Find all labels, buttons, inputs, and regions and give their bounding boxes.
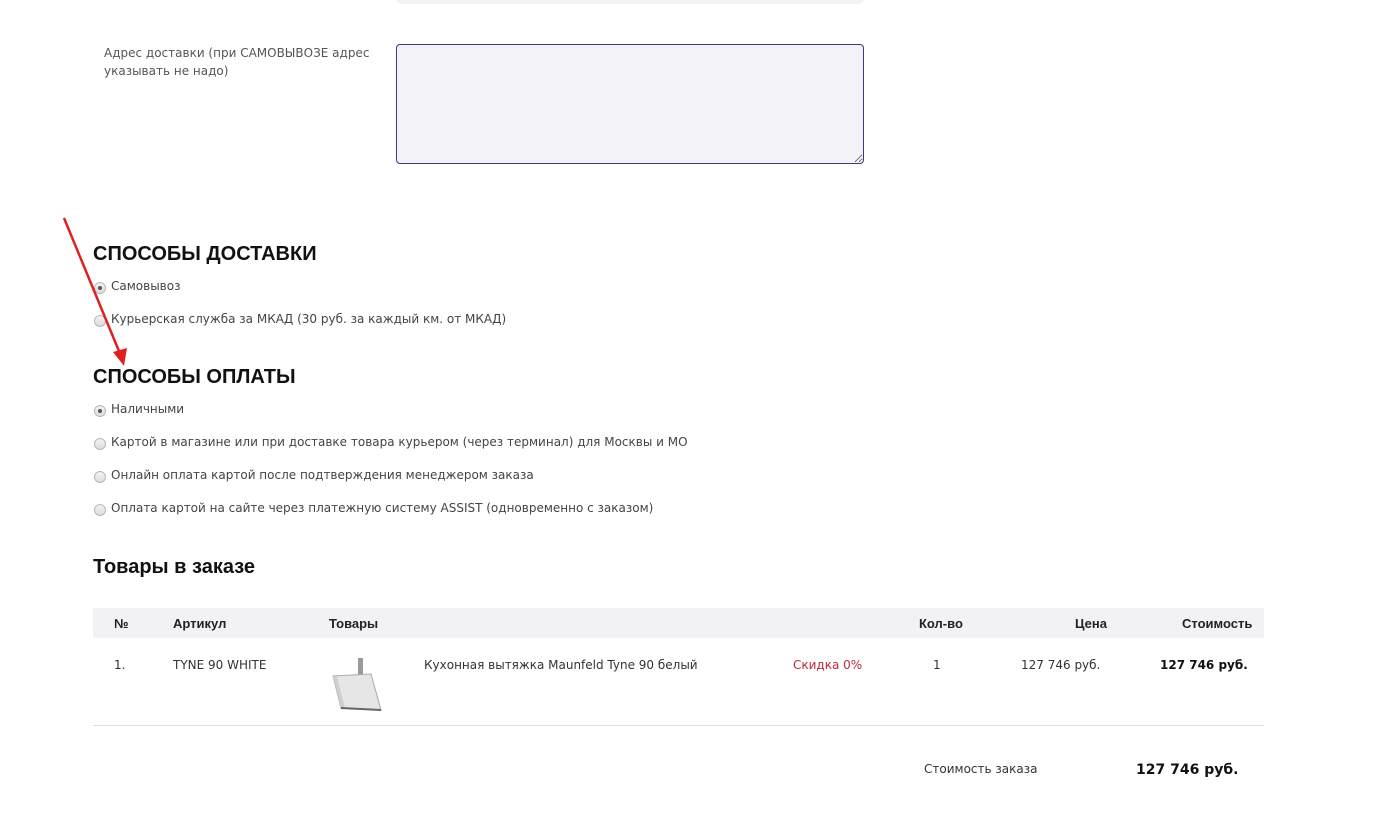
previous-field-edge [396,0,864,4]
delivery-option-label: Самовывоз [111,279,181,293]
delivery-option-label: Курьерская служба за МКАД (30 руб. за ка… [111,312,507,326]
order-total-label: Стоимость заказа [924,762,1038,776]
range-hood-icon[interactable] [329,656,385,712]
delivery-address-textarea[interactable] [396,44,864,164]
header-price: Цена [1075,616,1107,631]
radio-button[interactable] [94,471,106,483]
payment-option-label: Наличными [111,402,185,416]
delivery-methods-title: СПОСОБЫ ДОСТАВКИ [93,243,317,265]
radio-button[interactable] [94,282,106,294]
header-qty: Кол-во [919,616,963,631]
row-discount: Скидка 0% [793,658,863,672]
goods-table-header: № Артикул Товары Кол-во Цена Стоимость [93,608,1264,638]
header-article: Артикул [173,616,227,631]
payment-option-cash[interactable]: Наличными [94,401,184,417]
row-qty: 1 [933,658,941,672]
row-num: 1. [114,658,126,672]
header-goods: Товары [329,616,379,631]
delivery-option-courier[interactable]: Курьерская служба за МКАД (30 руб. за ка… [94,311,506,327]
delivery-option-pickup[interactable]: Самовывоз [94,278,180,294]
radio-button[interactable] [94,504,106,516]
header-num: № [114,616,129,631]
delivery-address-label: Адрес доставки (при САМОВЫВОЗЕ адрес ука… [104,46,370,78]
radio-button[interactable] [94,405,106,417]
payment-option-label: Оплата картой на сайте через платежную с… [111,501,654,515]
row-article: TYNE 90 WHITE [173,658,267,672]
radio-button[interactable] [94,438,106,450]
payment-option-label: Онлайн оплата картой после подтверждения… [111,468,534,482]
row-cost: 127 746 руб. [1160,658,1248,672]
payment-option-online-card[interactable]: Онлайн оплата картой после подтверждения… [94,467,534,483]
radio-button[interactable] [94,315,106,327]
payment-option-card-terminal[interactable]: Картой в магазине или при доставке товар… [94,434,688,450]
row-product-name[interactable]: Кухонная вытяжка Maunfeld Tyne 90 белый [424,658,698,672]
payment-methods-title: СПОСОБЫ ОПЛАТЫ [93,366,296,388]
header-cost: Стоимость [1182,616,1253,631]
payment-option-assist[interactable]: Оплата картой на сайте через платежную с… [94,500,653,516]
order-goods-title: Товары в заказе [93,556,256,578]
row-price: 127 746 руб. [1021,658,1101,672]
order-total-value: 127 746 руб. [1136,762,1239,778]
table-row: 1. TYNE 90 WHITE Кухонная вытяжка Maunfe… [93,638,1264,726]
payment-option-label: Картой в магазине или при доставке товар… [111,435,688,449]
